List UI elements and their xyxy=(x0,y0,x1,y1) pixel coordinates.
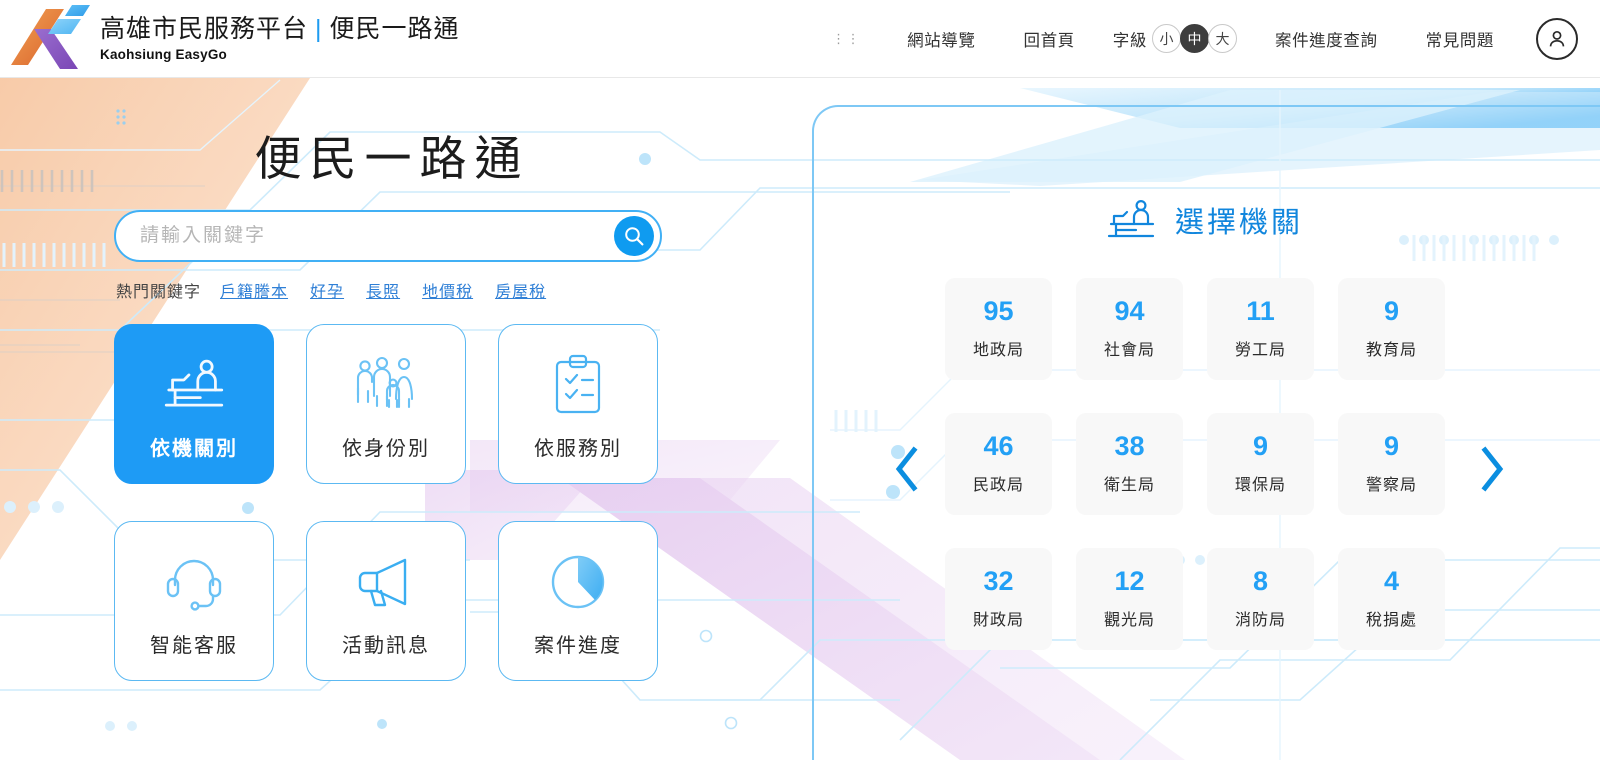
agency-count: 9 xyxy=(1383,296,1400,326)
agency-cell[interactable]: 12 觀光局 xyxy=(1076,548,1183,650)
search-button[interactable] xyxy=(614,216,654,256)
agency-cell[interactable]: 11 勞工局 xyxy=(1207,278,1314,380)
agency-count: 12 xyxy=(1114,566,1145,596)
tile-label: 依身份別 xyxy=(342,437,430,460)
keyword-link[interactable]: 戶籍謄本 xyxy=(220,278,288,302)
agency-count: 9 xyxy=(1252,431,1269,461)
font-size-small-button[interactable]: 小 xyxy=(1151,24,1181,53)
agency-cell[interactable]: 32 財政局 xyxy=(945,548,1052,650)
search-icon xyxy=(625,227,644,246)
agency-name: 勞工局 xyxy=(1234,342,1286,359)
agency-grid: 95 地政局 94 社會局 11 勞工局 9 教育局 46 民政局 38 衛生局… xyxy=(945,278,1445,650)
agency-cell[interactable]: 4 稅捐處 xyxy=(1338,548,1445,650)
keyword-link[interactable]: 好孕 xyxy=(310,278,344,302)
agency-count: 9 xyxy=(1383,431,1400,461)
brand-title: 高雄市民服務平台 | 便民一路通 xyxy=(100,15,460,44)
agency-count: 11 xyxy=(1246,296,1275,326)
agency-cell[interactable]: 9 教育局 xyxy=(1338,278,1445,380)
tile-label: 依機關別 xyxy=(150,437,238,460)
agency-count: 46 xyxy=(983,431,1014,461)
pie-progress-icon xyxy=(547,545,609,619)
agency-cell[interactable]: 95 地政局 xyxy=(945,278,1052,380)
nav-grip-icon[interactable]: ⋮⋮ xyxy=(832,31,861,47)
site-header: 高雄市民服務平台 | 便民一路通 Kaohsiung EasyGo ⋮⋮ 網站導覽 … xyxy=(0,0,1600,78)
agency-carousel-prev-button[interactable] xyxy=(893,445,921,493)
agency-count: 95 xyxy=(983,296,1014,326)
nav-faq[interactable]: 常見問題 xyxy=(1426,27,1494,51)
category-tiles: 依機關別 依身份別 依服務別 智能客服 活動訊息 案件進度 xyxy=(114,324,658,681)
agency-cell[interactable]: 38 衛生局 xyxy=(1076,413,1183,515)
tile-label: 案件進度 xyxy=(534,634,622,657)
font-size-selector: 字級 小 中 大 xyxy=(1113,24,1237,53)
tile-by-service[interactable]: 依服務別 xyxy=(498,324,658,484)
megaphone-icon xyxy=(353,545,419,619)
agency-name: 稅捐處 xyxy=(1365,612,1417,629)
brand-title-divider: | xyxy=(315,15,323,44)
agency-cell[interactable]: 8 消防局 xyxy=(1207,548,1314,650)
clipboard-checklist-icon xyxy=(551,348,605,422)
nav-case-progress[interactable]: 案件進度查詢 xyxy=(1275,27,1378,51)
user-avatar-icon xyxy=(1549,30,1565,46)
agency-name: 衛生局 xyxy=(1103,477,1155,494)
service-counter-icon xyxy=(161,348,227,422)
search-bar xyxy=(114,210,662,262)
user-account-button[interactable] xyxy=(1536,17,1578,60)
tile-smart-service[interactable]: 智能客服 xyxy=(114,521,274,681)
agency-cell[interactable]: 9 警察局 xyxy=(1338,413,1445,515)
tile-by-identity[interactable]: 依身份別 xyxy=(306,324,466,484)
brand-title-sub: 便民一路通 xyxy=(329,15,460,44)
brand-subtitle-en: Kaohsiung EasyGo xyxy=(100,46,227,62)
hot-keywords: 熱門關鍵字 戶籍謄本 好孕 長照 地價稅 房屋稅 xyxy=(116,278,557,302)
agency-name: 環保局 xyxy=(1234,477,1286,494)
hero-section: 便民一路通 熱門關鍵字 戶籍謄本 好孕 長照 地價稅 房屋稅 xyxy=(0,78,810,760)
agency-cell[interactable]: 9 環保局 xyxy=(1207,413,1314,515)
tile-case-progress[interactable]: 案件進度 xyxy=(498,521,658,681)
agency-name: 觀光局 xyxy=(1103,612,1155,629)
nav-site-map[interactable]: 網站導覽 xyxy=(907,27,975,51)
brand-title-main: 高雄市民服務平台 xyxy=(100,15,309,44)
tile-activity-news[interactable]: 活動訊息 xyxy=(306,521,466,681)
nav-home[interactable]: 回首頁 xyxy=(1023,27,1074,51)
page-root: 高雄市民服務平台 | 便民一路通 Kaohsiung EasyGo ⋮⋮ 網站導覽 … xyxy=(0,0,1600,760)
keyword-link[interactable]: 長照 xyxy=(366,278,400,302)
agency-name: 地政局 xyxy=(972,342,1024,359)
tile-label: 智能客服 xyxy=(150,634,238,657)
chevron-right-icon xyxy=(1481,446,1504,492)
font-size-label: 字級 xyxy=(1112,31,1147,50)
agency-count: 94 xyxy=(1114,296,1145,326)
service-counter-icon xyxy=(1107,199,1155,238)
tile-by-agency[interactable]: 依機關別 xyxy=(114,324,274,484)
hot-keywords-label: 熱門關鍵字 xyxy=(116,284,202,301)
agency-name: 民政局 xyxy=(972,477,1024,494)
agency-name: 教育局 xyxy=(1365,342,1417,359)
agency-name: 消防局 xyxy=(1234,612,1286,629)
page-title: 便民一路通 xyxy=(254,132,530,185)
font-size-large-button[interactable]: 大 xyxy=(1207,24,1237,53)
keyword-link[interactable]: 地價稅 xyxy=(422,278,473,302)
headset-icon xyxy=(163,545,225,619)
search-input[interactable] xyxy=(140,225,614,247)
font-size-medium-button[interactable]: 中 xyxy=(1179,24,1209,53)
agency-name: 警察局 xyxy=(1365,477,1417,494)
agency-count: 4 xyxy=(1383,566,1400,596)
brand-logo[interactable]: 高雄市民服務平台 | 便民一路通 Kaohsiung EasyGo xyxy=(0,3,460,75)
agency-name: 社會局 xyxy=(1103,342,1155,359)
family-group-icon xyxy=(351,348,421,422)
agency-panel-title: 選擇機關 xyxy=(1175,207,1304,239)
tile-label: 活動訊息 xyxy=(342,634,430,657)
agency-name: 財政局 xyxy=(972,612,1024,629)
kaohsiung-k-logo-icon xyxy=(11,4,90,69)
agency-count: 32 xyxy=(983,566,1014,596)
chevron-left-icon xyxy=(895,446,918,492)
agency-carousel-next-button[interactable] xyxy=(1478,445,1506,493)
agency-count: 38 xyxy=(1114,431,1145,461)
tile-label: 依服務別 xyxy=(534,437,622,460)
header-nav: ⋮⋮ 網站導覽 回首頁 字級 小 中 大 案件進度查詢 常見問題 xyxy=(832,17,1600,60)
agency-count: 8 xyxy=(1252,566,1269,596)
agency-cell[interactable]: 94 社會局 xyxy=(1076,278,1183,380)
agency-cell[interactable]: 46 民政局 xyxy=(945,413,1052,515)
keyword-link[interactable]: 房屋稅 xyxy=(495,278,546,302)
agency-panel-header: 選擇機關 xyxy=(1105,197,1303,243)
